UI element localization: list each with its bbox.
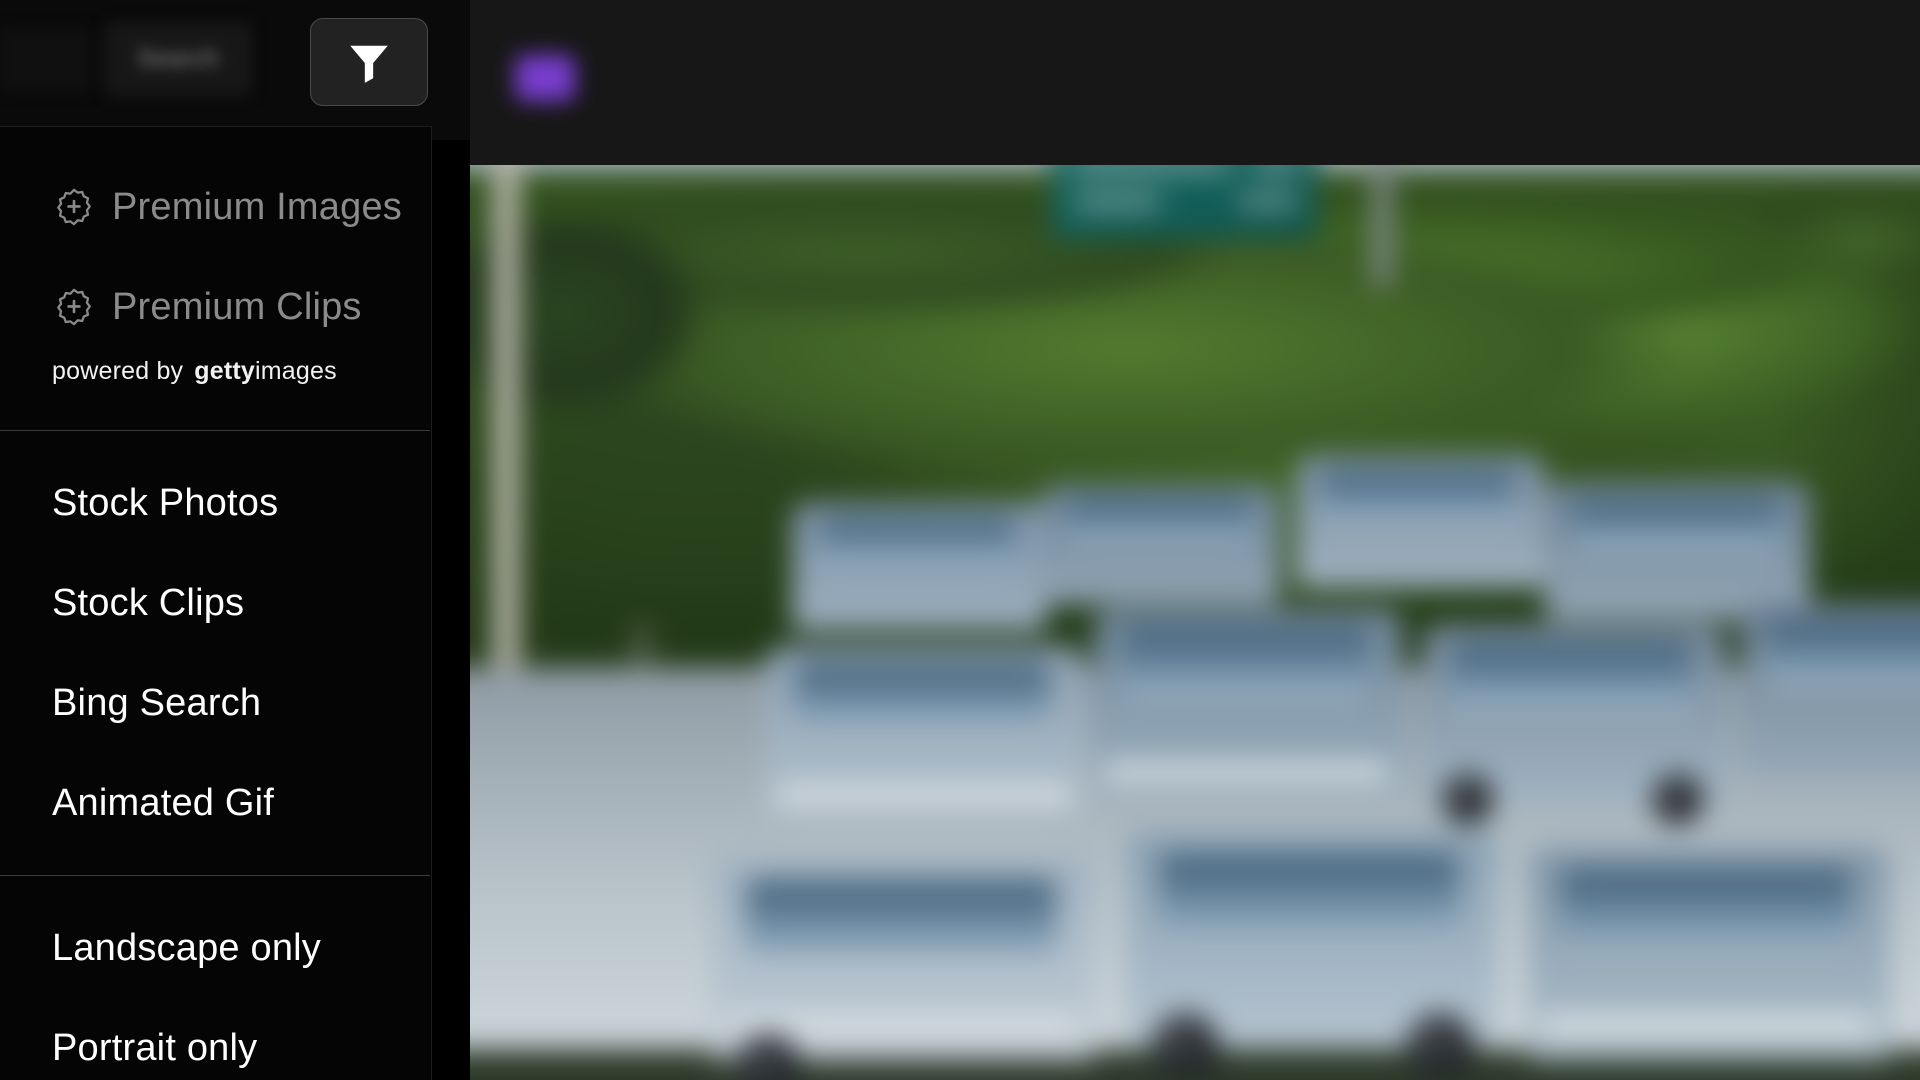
app-root: Search Premium Images Premium Clips powe…	[0, 0, 1920, 1080]
menu-item-label: Premium Clips	[112, 285, 362, 328]
traffic-photo-image	[470, 165, 1920, 1080]
menu-item-animated-gif[interactable]: Animated Gif	[0, 753, 431, 853]
menu-item-premium-clips[interactable]: Premium Clips	[0, 257, 431, 357]
getty-images-logo: gettyimages	[194, 357, 337, 386]
menu-item-label: Stock Photos	[52, 481, 279, 524]
filter-dropdown-menu: Premium Images Premium Clips powered by …	[0, 126, 432, 1080]
premium-badge-icon	[52, 285, 96, 329]
menu-item-label: Animated Gif	[52, 781, 275, 824]
menu-group-sources: Stock Photos Stock Clips Bing Search Ani…	[0, 431, 431, 875]
content-area	[470, 0, 1920, 1080]
menu-item-label: Premium Images	[112, 185, 402, 228]
menu-item-label: Landscape only	[52, 926, 322, 969]
getty-attribution: powered by gettyimages	[0, 357, 431, 412]
search-toolbar: Search	[0, 0, 470, 140]
menu-item-bing-search[interactable]: Bing Search	[0, 653, 431, 753]
menu-item-label: Stock Clips	[52, 581, 245, 624]
menu-item-label: Bing Search	[52, 681, 262, 724]
search-input-value: Search	[136, 44, 220, 73]
menu-item-stock-photos[interactable]: Stock Photos	[0, 453, 431, 553]
premium-badge-icon	[52, 185, 96, 229]
purple-chip[interactable]	[515, 55, 575, 101]
getty-wordmark-bold: getty	[194, 357, 255, 385]
back-button[interactable]	[0, 28, 92, 92]
menu-group-orientation: Landscape only Portrait only	[0, 876, 431, 1080]
search-input-blurred[interactable]: Search	[104, 22, 252, 96]
powered-by-label: powered by	[52, 357, 184, 385]
getty-wordmark-regular: images	[254, 357, 337, 385]
menu-group-premium: Premium Images Premium Clips powered by …	[0, 133, 431, 430]
menu-item-label: Portrait only	[52, 1026, 258, 1069]
menu-item-landscape-only[interactable]: Landscape only	[0, 898, 431, 998]
filter-button[interactable]	[310, 18, 428, 106]
left-panel: Search Premium Images Premium Clips powe…	[0, 0, 470, 1080]
filter-funnel-icon	[344, 37, 394, 87]
photo-preview[interactable]	[470, 165, 1920, 1080]
content-header-bar	[470, 0, 1920, 165]
menu-item-premium-images[interactable]: Premium Images	[0, 157, 431, 257]
menu-item-stock-clips[interactable]: Stock Clips	[0, 553, 431, 653]
menu-item-portrait-only[interactable]: Portrait only	[0, 998, 431, 1080]
